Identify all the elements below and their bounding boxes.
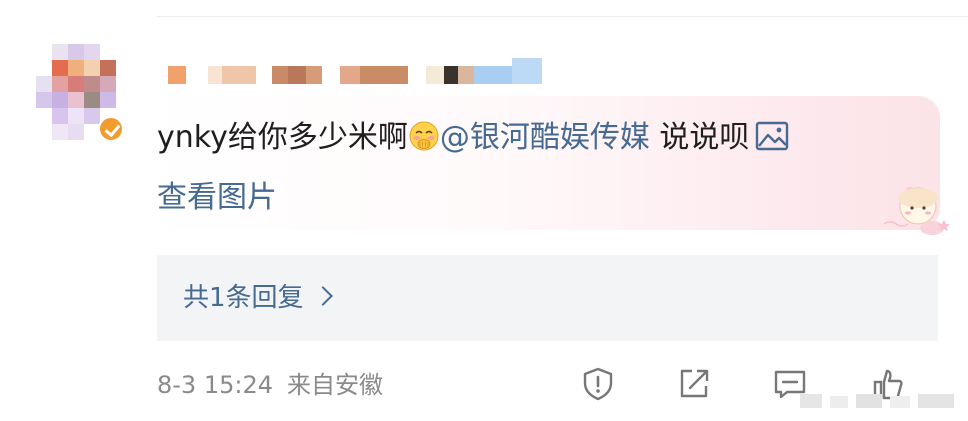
top-divider <box>157 16 968 17</box>
watermark-blur <box>800 392 960 410</box>
report-icon[interactable] <box>580 366 616 402</box>
comment-text: ynky给你多少米啊 <box>157 120 408 155</box>
comment-date: 8-3 15:24 <box>157 371 273 399</box>
shy-emoji-icon <box>408 120 440 152</box>
replies-count-label: 共1条回复 <box>183 283 304 313</box>
replies-box[interactable]: 共1条回复 <box>157 255 938 341</box>
view-replies-link[interactable]: 共1条回复 <box>183 281 333 315</box>
chevron-right-icon <box>312 286 333 306</box>
comment-meta: 8-3 15:24 来自安徽 <box>157 370 383 400</box>
username-pixelated[interactable] <box>168 58 548 88</box>
view-image-link[interactable]: 查看图片 <box>157 180 277 215</box>
comment-location: 来自安徽 <box>287 371 383 399</box>
share-icon[interactable] <box>676 366 712 402</box>
bubble-decoration-sticker-icon <box>883 180 956 238</box>
comment-text-suffix: 说说呗 <box>649 120 750 155</box>
image-icon[interactable] <box>755 121 789 151</box>
mention-link[interactable]: @银河酷娱传媒 <box>440 120 650 155</box>
verified-badge-icon <box>98 116 124 142</box>
comment-body: ynky给你多少米啊 @银河酷娱传媒 说说呗 查看图片 <box>157 108 917 228</box>
